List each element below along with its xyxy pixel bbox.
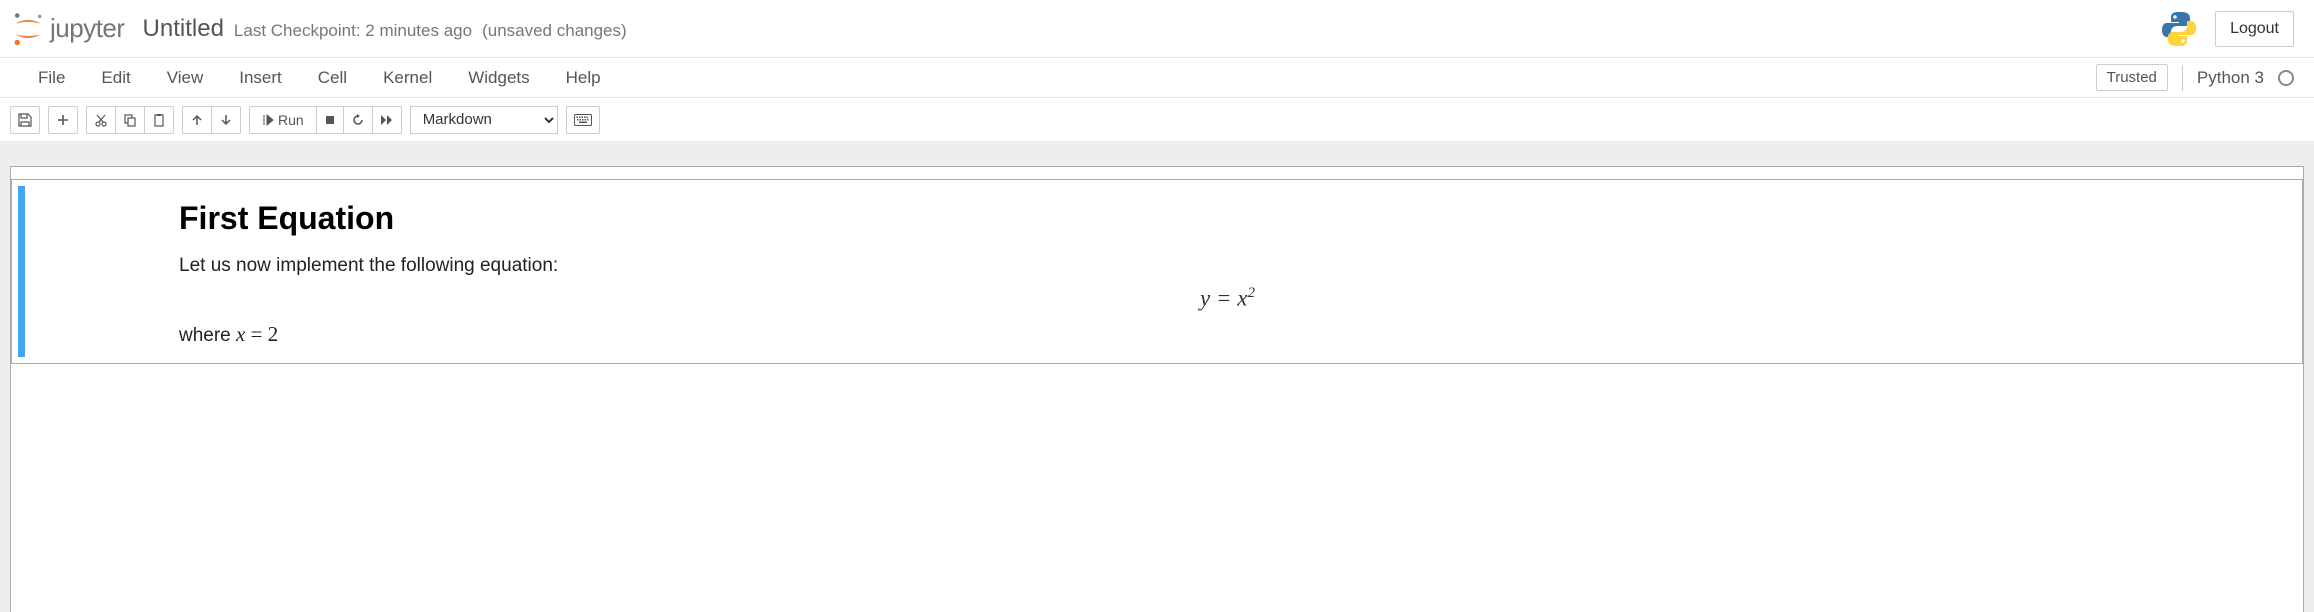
copy-button[interactable]	[115, 106, 145, 134]
unsaved-status: (unsaved changes)	[482, 21, 627, 41]
move-down-button[interactable]	[211, 106, 241, 134]
interrupt-button[interactable]	[316, 106, 344, 134]
run-button[interactable]: Run	[249, 106, 317, 134]
menu-insert[interactable]: Insert	[221, 60, 300, 96]
notebook-area: First Equation Let us now implement the …	[0, 142, 2314, 612]
logout-button[interactable]: Logout	[2215, 11, 2294, 47]
kernel-divider	[2182, 65, 2183, 91]
run-label: Run	[278, 112, 304, 128]
paste-button[interactable]	[144, 106, 174, 134]
save-icon	[18, 113, 32, 127]
menu-edit[interactable]: Edit	[83, 60, 148, 96]
move-group	[182, 106, 241, 134]
cell-heading: First Equation	[179, 200, 2276, 237]
trusted-badge[interactable]: Trusted	[2096, 64, 2168, 91]
paste-icon	[152, 113, 166, 127]
cut-button[interactable]	[86, 106, 116, 134]
eq-rhs-base: x	[1237, 286, 1247, 311]
notebook-container: First Equation Let us now implement the …	[10, 166, 2304, 612]
cell-content[interactable]: First Equation Let us now implement the …	[165, 186, 2296, 357]
kernel-name[interactable]: Python 3	[2197, 68, 2264, 88]
where-var: x	[236, 322, 245, 346]
restart-run-all-button[interactable]	[372, 106, 402, 134]
restart-icon	[351, 113, 365, 127]
menu-view[interactable]: View	[149, 60, 222, 96]
keyboard-icon	[574, 114, 592, 126]
edit-group	[86, 106, 174, 134]
move-up-button[interactable]	[182, 106, 212, 134]
menu-file[interactable]: File	[20, 60, 83, 96]
checkpoint-status: Last Checkpoint: 2 minutes ago	[234, 21, 472, 41]
toolbar: Run Markdown	[0, 98, 2314, 142]
arrow-down-icon	[219, 113, 233, 127]
run-group: Run	[249, 106, 402, 134]
copy-icon	[123, 113, 137, 127]
markdown-cell[interactable]: First Equation Let us now implement the …	[11, 179, 2303, 364]
header: jupyter Untitled Last Checkpoint: 2 minu…	[0, 0, 2314, 58]
notebook-name[interactable]: Untitled	[143, 15, 224, 43]
eq-rhs-exp: 2	[1247, 285, 1255, 301]
cut-icon	[94, 113, 108, 127]
cell-where-text: where x = 2	[179, 322, 2276, 347]
fast-forward-icon	[380, 114, 394, 126]
menu-kernel[interactable]: Kernel	[365, 60, 450, 96]
jupyter-logo[interactable]: jupyter	[10, 11, 125, 47]
cell-selection-bar	[18, 186, 25, 357]
menu-help[interactable]: Help	[548, 60, 619, 96]
save-button[interactable]	[10, 106, 40, 134]
jupyter-logo-icon	[10, 11, 46, 47]
command-palette-button[interactable]	[566, 106, 600, 134]
menu-widgets[interactable]: Widgets	[450, 60, 547, 96]
arrow-up-icon	[190, 113, 204, 127]
stop-icon	[324, 114, 336, 126]
menubar: File Edit View Insert Cell Kernel Widget…	[0, 58, 2314, 98]
cell-prompt	[25, 186, 165, 357]
eq-lhs: y	[1200, 286, 1210, 311]
menu-cell[interactable]: Cell	[300, 60, 365, 96]
where-prefix: where	[179, 325, 236, 346]
cell-intro-text: Let us now implement the following equat…	[179, 255, 2276, 277]
restart-button[interactable]	[343, 106, 373, 134]
eq-equals: =	[1210, 286, 1237, 311]
jupyter-logo-text: jupyter	[50, 13, 125, 44]
menubar-right: Trusted Python 3	[2096, 64, 2294, 91]
add-cell-button[interactable]	[48, 106, 78, 134]
header-right: Logout	[2159, 9, 2294, 49]
run-icon	[262, 114, 274, 126]
cell-equation: y = x2	[179, 279, 2276, 322]
where-val: 2	[268, 322, 279, 346]
where-eq: =	[245, 322, 267, 346]
python-logo-icon	[2159, 9, 2199, 49]
kernel-indicator-icon[interactable]	[2278, 70, 2294, 86]
plus-icon	[56, 113, 70, 127]
title-area: Untitled Last Checkpoint: 2 minutes ago …	[143, 15, 627, 43]
cell-type-select[interactable]: Markdown	[410, 106, 558, 134]
